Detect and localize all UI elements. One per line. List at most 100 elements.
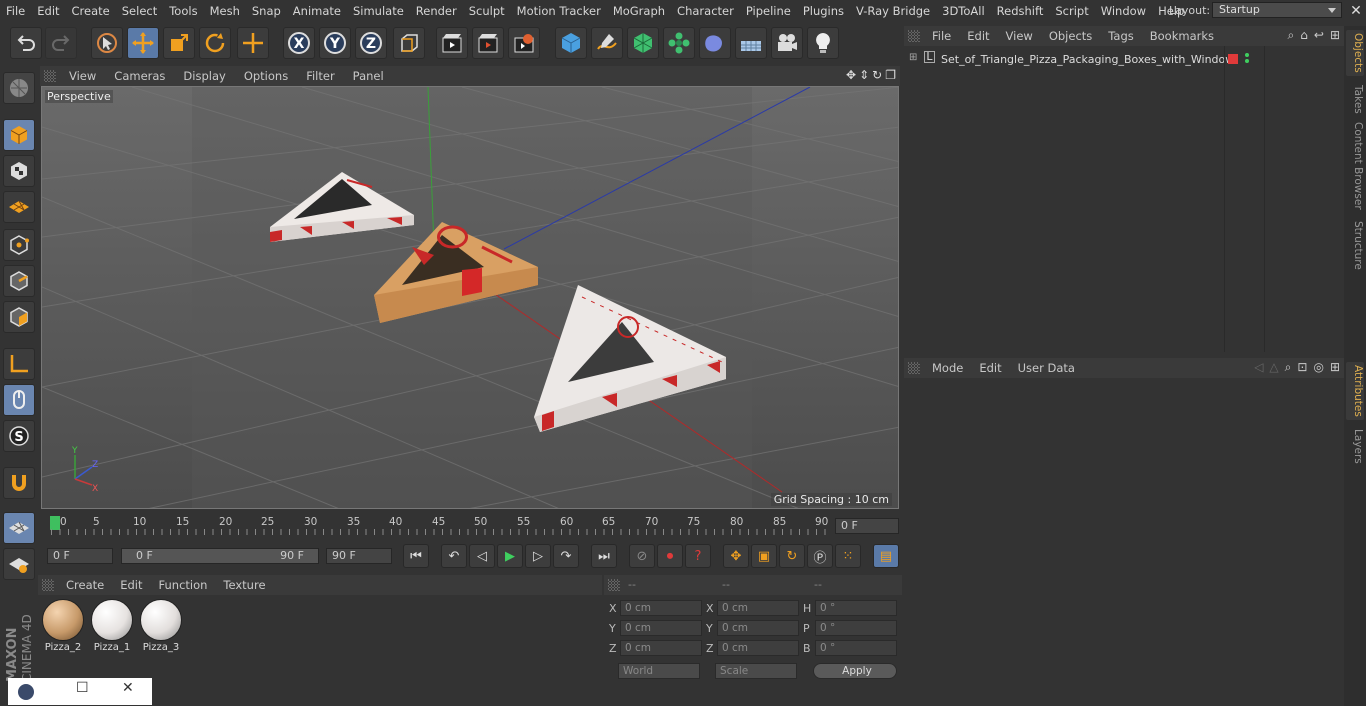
light-icon[interactable] [807,27,839,59]
attribute-menu-mode[interactable]: Mode [924,361,971,375]
size-x-field[interactable]: 0 cm [717,600,799,616]
current-frame-field[interactable]: 0 F [835,518,899,534]
new-window-icon[interactable]: ⊞ [1330,360,1340,375]
y-axis-icon[interactable]: Y [319,27,351,59]
menu-simulate[interactable]: Simulate [347,4,410,18]
render-view-icon[interactable] [436,27,468,59]
layout-select[interactable]: Startup [1212,2,1342,18]
coordinate-system-icon[interactable] [393,27,425,59]
scale-icon[interactable] [163,27,195,59]
material-swatch[interactable]: Pizza_2 [41,599,85,653]
object-menu-objects[interactable]: Objects [1041,29,1100,43]
x-axis-icon[interactable]: X [283,27,315,59]
menu-pipeline[interactable]: Pipeline [740,4,797,18]
menu-snap[interactable]: Snap [246,4,287,18]
object-menu-file[interactable]: File [924,29,959,43]
record-keys-icon[interactable]: ⊘ [629,544,655,568]
solo-mode-icon[interactable]: S [3,420,35,452]
app-icon[interactable] [18,684,34,700]
viewport-menu-filter[interactable]: Filter [297,69,343,83]
autokey-icon[interactable]: ⏺ [657,544,683,568]
expand-icon[interactable]: ⊞ [909,52,917,63]
tweak-mode-icon[interactable] [3,384,35,416]
menu-window[interactable]: Window [1095,4,1152,18]
move-icon[interactable] [127,27,159,59]
grip-handle-icon[interactable] [908,362,920,374]
start-frame-field[interactable]: 0 F [47,548,113,564]
grip-handle-icon[interactable] [44,70,56,82]
attribute-menu-edit[interactable]: Edit [971,361,1009,375]
select-arrow-icon[interactable] [91,27,123,59]
redo-icon[interactable] [45,27,77,59]
back-arrow-icon[interactable]: ◁ [1254,360,1263,375]
maximize-icon[interactable]: ☐ [76,680,89,696]
next-key-icon[interactable]: ↷ [553,544,579,568]
locked-workplane-icon[interactable] [3,548,35,580]
menu-motion-tracker[interactable]: Motion Tracker [511,4,607,18]
material-swatch[interactable]: Pizza_1 [90,599,134,653]
pan-view-icon[interactable]: ✥ [846,68,856,82]
pen-spline-icon[interactable] [591,27,623,59]
axis-mode-icon[interactable] [3,348,35,380]
orbit-view-icon[interactable]: ↻ [872,68,882,82]
material-swatch[interactable]: Pizza_3 [139,599,183,653]
tab-attributes[interactable]: Attributes [1346,362,1364,420]
key-rotation-icon[interactable]: ↻ [779,544,805,568]
grip-handle-icon[interactable] [42,579,54,591]
material-menu-function[interactable]: Function [151,578,216,592]
attribute-menu-user-data[interactable]: User Data [1010,361,1083,375]
size-y-field[interactable]: 0 cm [717,620,799,636]
apply-button[interactable]: Apply [813,663,897,679]
enable-workplane-icon[interactable] [3,512,35,544]
size-mode-select[interactable]: Scale [715,663,797,679]
rotation-b-field[interactable]: 0 ° [815,640,897,656]
search-icon[interactable]: ⌕ [1285,360,1292,375]
coordinate-mode-select[interactable]: World [618,663,700,679]
menu-file[interactable]: File [0,4,31,18]
menu-create[interactable]: Create [66,4,116,18]
viewport-menu-display[interactable]: Display [174,69,234,83]
live-move-icon[interactable] [237,27,269,59]
make-editable-icon[interactable] [3,72,35,104]
position-y-field[interactable]: 0 cm [620,620,702,636]
tab-takes[interactable]: Takes [1346,84,1364,114]
texture-mode-icon[interactable] [3,155,35,187]
grip-handle-icon[interactable] [608,579,620,591]
object-name[interactable]: Set_of_Triangle_Pizza_Packaging_Boxes_wi… [941,53,1234,66]
close-window-icon[interactable]: ✕ [1347,2,1365,20]
lock-icon[interactable]: ⊡ [1297,360,1307,375]
key-param-icon[interactable]: Ⓟ [807,544,833,568]
object-menu-edit[interactable]: Edit [959,29,997,43]
timeline-window-icon[interactable]: ▤ [873,544,899,568]
tab-content-browser[interactable]: Content Browser [1346,122,1364,210]
points-mode-icon[interactable] [3,229,35,261]
maximize-view-icon[interactable]: ❐ [885,68,896,82]
new-window-icon[interactable]: ⊞ [1330,28,1340,43]
keyframe-selection-icon[interactable]: ? [685,544,711,568]
search-icon[interactable]: ⌕ [1288,28,1295,43]
object-menu-tags[interactable]: Tags [1100,29,1141,43]
position-x-field[interactable]: 0 cm [620,600,702,616]
rotation-p-field[interactable]: 0 ° [815,620,897,636]
visibility-dots-icon[interactable] [1245,53,1249,57]
z-axis-icon[interactable]: Z [355,27,387,59]
menu-3dtoall[interactable]: 3DToAll [936,4,991,18]
model-mode-icon[interactable] [3,119,35,151]
viewport-menu-view[interactable]: View [60,69,105,83]
rotate-icon[interactable] [199,27,231,59]
deformer-icon[interactable] [699,27,731,59]
menu-select[interactable]: Select [116,4,163,18]
dolly-view-icon[interactable]: ⇕ [859,68,869,82]
tab-structure[interactable]: Structure [1346,220,1364,270]
close-icon[interactable]: ✕ [122,680,134,696]
floor-icon[interactable] [735,27,767,59]
menu-tools[interactable]: Tools [163,4,203,18]
viewport-menu-options[interactable]: Options [235,69,297,83]
cube-primitive-icon[interactable] [555,27,587,59]
menu-mesh[interactable]: Mesh [204,4,246,18]
prev-frame-icon[interactable]: ◁ [469,544,495,568]
back-icon[interactable]: ↩ [1314,28,1324,43]
goto-start-icon[interactable]: ⏮ [403,544,429,568]
key-scale-icon[interactable]: ▣ [751,544,777,568]
object-menu-view[interactable]: View [998,29,1041,43]
